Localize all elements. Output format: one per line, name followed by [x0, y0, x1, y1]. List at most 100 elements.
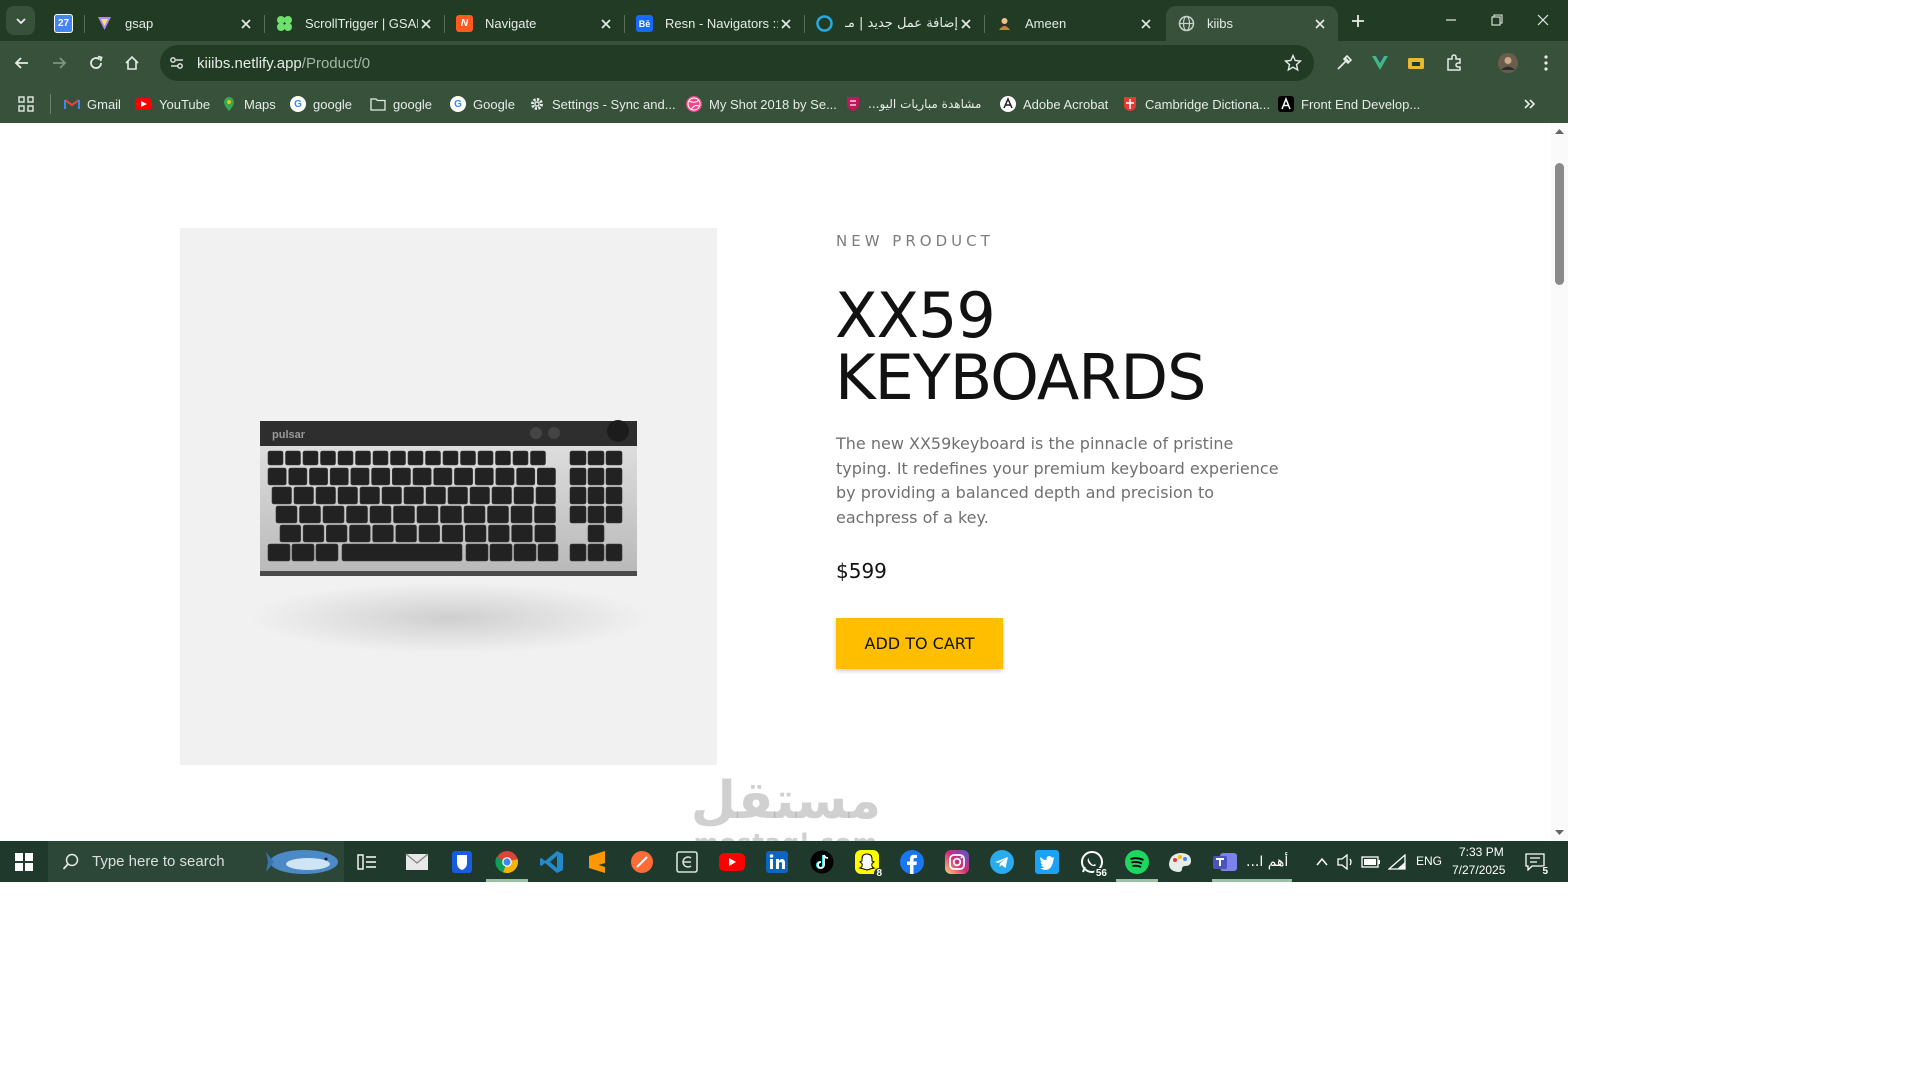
extensions-button[interactable] — [1440, 49, 1468, 77]
taskbar-mail[interactable] — [402, 847, 432, 877]
home-icon — [125, 55, 139, 70]
minimize-button[interactable] — [1428, 0, 1474, 40]
bookmark-google-folder[interactable]: google — [370, 94, 432, 114]
bookmark-youtube[interactable]: YouTube — [135, 94, 210, 114]
scroll-up-arrow-icon[interactable] — [1555, 127, 1564, 136]
tab-title: kiibs — [1207, 16, 1234, 31]
address-bar[interactable]: kiiibs.netlify.app/Product/0 — [160, 45, 1314, 81]
add-to-cart-button[interactable]: ADD TO CART — [836, 618, 1003, 669]
close-tab-icon[interactable] — [778, 16, 794, 32]
tab-calendar[interactable]: 27 — [42, 6, 85, 41]
tab-mostaql[interactable]: إضافة عمل جديد | مـ — [804, 6, 985, 41]
close-tab-icon[interactable] — [418, 16, 434, 32]
url-text[interactable]: kiiibs.netlify.app/Product/0 — [197, 55, 370, 72]
vue-devtools-extension[interactable] — [1366, 49, 1394, 77]
close-tab-icon[interactable] — [958, 16, 974, 32]
close-tab-icon[interactable] — [1138, 16, 1154, 32]
scrollbar-thumb[interactable] — [1555, 163, 1564, 285]
tab-kiibs[interactable]: kiibs — [1166, 6, 1338, 41]
taskbar-sublime[interactable] — [582, 847, 612, 877]
tab-title: إضافة عمل جديد | مـ — [845, 16, 958, 31]
twitter-icon — [1035, 850, 1059, 874]
scroll-down-arrow-icon[interactable] — [1555, 828, 1564, 837]
chrome-active-indicator — [486, 879, 528, 882]
close-window-button[interactable] — [1520, 0, 1566, 40]
taskbar-instagram[interactable] — [942, 847, 972, 877]
more-bookmarks-button[interactable] — [1523, 94, 1537, 114]
calendar-icon: 27 — [54, 14, 73, 33]
profile-button[interactable] — [1494, 49, 1522, 77]
bookmark-cambridge[interactable]: Cambridge Dictiona... — [1122, 94, 1270, 114]
taskbar-chrome[interactable] — [492, 847, 522, 877]
taskbar-app-e[interactable] — [672, 847, 702, 877]
tab-ameen[interactable]: Ameen — [984, 6, 1164, 41]
taskbar-twitter[interactable] — [1032, 847, 1062, 877]
taskbar-vscode[interactable] — [537, 847, 567, 877]
page-scrollbar[interactable] — [1551, 123, 1568, 841]
vscode-icon — [540, 851, 563, 873]
keyboard-image: pulsar — [250, 420, 650, 654]
new-tab-button[interactable] — [1347, 10, 1369, 32]
show-hidden-icons-button[interactable] — [1310, 847, 1334, 877]
eyedropper-extension[interactable] — [1330, 49, 1358, 77]
task-view-button[interactable] — [352, 847, 382, 877]
taskbar-whatsapp[interactable]: 56 — [1077, 847, 1109, 879]
bookmark-star-icon[interactable] — [1284, 54, 1302, 72]
notification-center-button[interactable]: 5 — [1520, 847, 1550, 877]
taskbar-postman[interactable] — [627, 847, 657, 877]
chrome-menu-button[interactable] — [1532, 49, 1560, 77]
tab-scrolltrigger[interactable]: ScrollTrigger | GSAP — [264, 6, 445, 41]
tampermonkey-extension[interactable] — [1402, 49, 1430, 77]
volume-icon — [1337, 854, 1352, 870]
taskbar-spotify[interactable] — [1122, 847, 1152, 877]
site-settings-icon[interactable] — [168, 54, 186, 72]
spotify-active-indicator — [1116, 879, 1158, 882]
bookmark-frontend[interactable]: Front End Develop... — [1278, 94, 1420, 114]
home-button[interactable] — [118, 49, 146, 77]
bookmark-gmail[interactable]: Gmail — [64, 94, 121, 114]
taskbar-facebook[interactable] — [897, 847, 927, 877]
taskbar-active-app[interactable]: أهم ا... — [1212, 847, 1292, 877]
teams-icon — [1213, 853, 1237, 871]
back-button[interactable] — [8, 49, 36, 77]
bookmark-google-1[interactable]: G google — [290, 94, 352, 114]
acrobat-icon — [1000, 96, 1016, 112]
taskbar-search[interactable]: Type here to search — [48, 841, 344, 882]
close-tab-icon[interactable] — [598, 16, 614, 32]
network-button[interactable] — [1385, 847, 1409, 877]
apps-button[interactable] — [18, 94, 34, 114]
reload-button[interactable] — [82, 49, 110, 77]
language-indicator[interactable]: ENG — [1416, 854, 1442, 868]
taskbar-bitwarden[interactable] — [447, 847, 477, 877]
bookmark-settings[interactable]: Settings - Sync and... — [529, 94, 676, 114]
taskbar-linkedin[interactable] — [762, 847, 792, 877]
close-tab-icon[interactable] — [238, 16, 254, 32]
product-overline: NEW PRODUCT — [836, 232, 994, 250]
taskbar-snapchat[interactable]: 8 — [852, 847, 884, 879]
google-icon: G — [450, 96, 466, 112]
tab-resn[interactable]: Bē Resn - Navigators :: — [624, 6, 805, 41]
taskbar-telegram[interactable] — [987, 847, 1017, 877]
taskbar-youtube[interactable] — [717, 847, 747, 877]
bookmark-dribbble[interactable]: My Shot 2018 by Se... — [686, 94, 837, 114]
start-button[interactable] — [9, 847, 39, 877]
tab-search-button[interactable] — [6, 6, 35, 35]
task-view-icon — [357, 854, 376, 870]
clock-date[interactable]: 7/27/2025 — [1452, 863, 1505, 877]
bookmark-acrobat[interactable]: Adobe Acrobat — [1000, 94, 1108, 114]
forward-button[interactable] — [45, 49, 73, 77]
tab-navigate[interactable]: N Navigate — [444, 6, 625, 41]
battery-button[interactable] — [1359, 847, 1383, 877]
bookmark-maps[interactable]: Maps — [221, 94, 276, 114]
close-tab-icon[interactable] — [1312, 16, 1328, 32]
taskbar-tiktok[interactable] — [807, 847, 837, 877]
behance-icon: Bē — [636, 15, 653, 32]
volume-button[interactable] — [1334, 847, 1358, 877]
restore-button[interactable] — [1474, 0, 1520, 40]
search-highlight-shark-icon — [266, 850, 338, 874]
taskbar-paint[interactable] — [1165, 847, 1195, 877]
clock-time[interactable]: 7:33 PM — [1459, 845, 1504, 859]
tab-gsap[interactable]: gsap — [84, 6, 265, 41]
bookmark-sports[interactable]: مشاهدة مباريات اليو... — [845, 94, 981, 114]
bookmark-google-2[interactable]: G Google — [450, 94, 515, 114]
